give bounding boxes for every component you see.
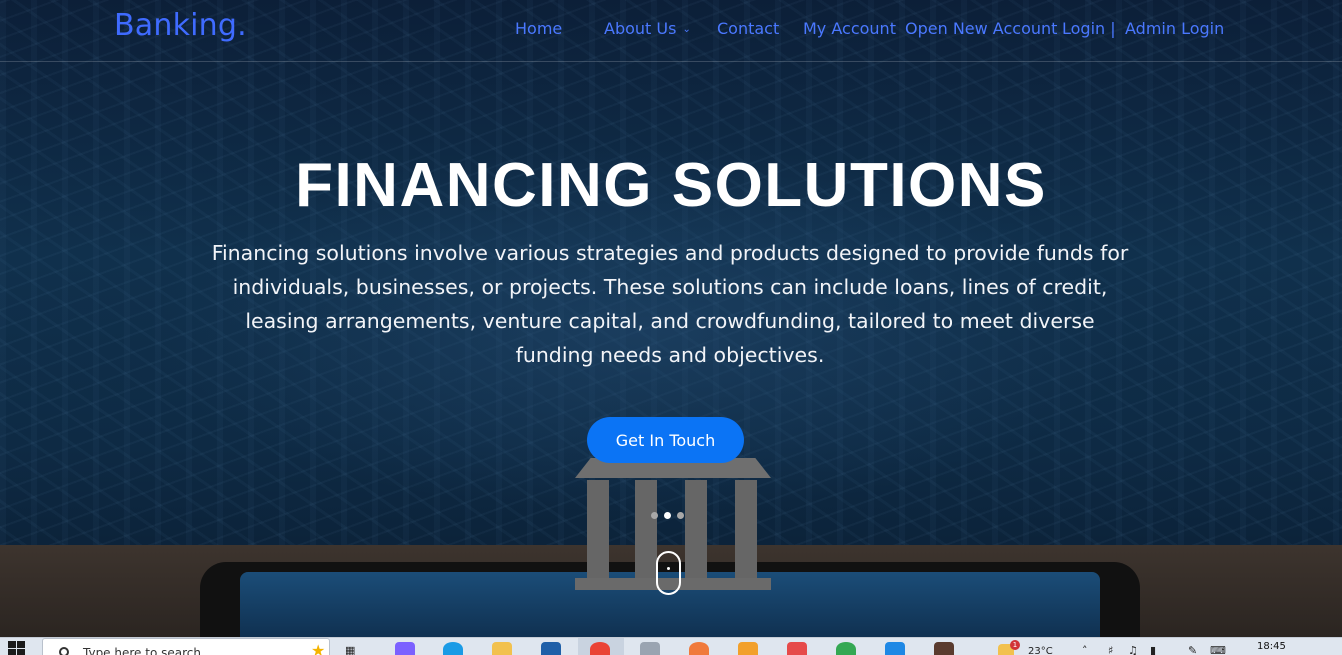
battery-icon[interactable]: ▮ — [1150, 644, 1156, 655]
paint-icon[interactable] — [787, 642, 807, 655]
windows-start-icon[interactable] — [8, 641, 26, 655]
search-icon — [59, 647, 69, 655]
task-view-icon[interactable]: ▦ — [345, 644, 355, 655]
pencil-icon[interactable] — [738, 642, 758, 655]
volume-icon[interactable]: ♫ — [1128, 644, 1138, 655]
carousel-dot-1[interactable] — [651, 512, 658, 519]
carousel-dots — [651, 512, 684, 519]
hero-description: Financing solutions involve various stra… — [211, 241, 1129, 367]
edge-icon[interactable] — [443, 642, 463, 655]
top-navbar: Banking. Home About Us ⌄ Contact My Accou… — [0, 0, 1342, 62]
get-in-touch-button[interactable]: Get In Touch — [587, 417, 744, 463]
mail-icon[interactable] — [541, 642, 561, 655]
nav-contact[interactable]: Contact — [717, 19, 779, 38]
nav-login[interactable]: Login | — [1062, 19, 1116, 38]
bank-column — [587, 480, 609, 578]
chevron-up-icon[interactable]: ˄ — [1082, 644, 1088, 655]
hero-title: FINANCING SOLUTIONS — [295, 151, 1047, 220]
carousel-dot-3[interactable] — [677, 512, 684, 519]
vscode-icon[interactable] — [885, 642, 905, 655]
pen-icon[interactable]: ✎ — [1188, 644, 1197, 655]
brand-logo[interactable]: Banking. — [114, 8, 247, 43]
nav-open-new-account[interactable]: Open New Account — [905, 19, 1057, 38]
bank-column — [685, 480, 707, 578]
app-icon-2[interactable] — [934, 642, 954, 655]
nav-my-account[interactable]: My Account — [803, 19, 896, 38]
notification-badge: 1 — [1010, 640, 1020, 650]
chrome-icon[interactable] — [590, 642, 610, 655]
chevron-down-icon: ⌄ — [682, 24, 691, 35]
taskbar-clock[interactable]: 18:45 — [1257, 641, 1286, 652]
bank-column — [635, 480, 657, 578]
nav-about-label: About Us — [604, 19, 677, 38]
taskbar-search-input[interactable]: Type here to search ★ — [42, 638, 330, 655]
chrome-profile-icon[interactable] — [836, 642, 856, 655]
nav-home[interactable]: Home — [515, 19, 562, 38]
hero-section: FINANCING SOLUTIONS Financing solutions … — [0, 0, 1342, 637]
scroll-down-icon[interactable] — [656, 551, 681, 595]
notepad-icon[interactable] — [640, 642, 660, 655]
search-highlight-icon: ★ — [311, 641, 326, 655]
keyboard-icon[interactable]: ⌨ — [1210, 644, 1226, 655]
windows-taskbar: Type here to search ★ ▦ 1 23°C ˄ ♯ ♫ ▮ ✎… — [0, 637, 1342, 655]
carousel-dot-2[interactable] — [664, 512, 671, 519]
nav-about-us[interactable]: About Us ⌄ — [604, 19, 691, 38]
bank-column — [735, 480, 757, 578]
search-placeholder: Type here to search — [83, 646, 201, 655]
temperature-label: 23°C — [1028, 646, 1053, 655]
network-icon[interactable]: ♯ — [1108, 644, 1113, 655]
nav-admin-login[interactable]: Admin Login — [1125, 19, 1224, 38]
file-explorer-icon[interactable] — [492, 642, 512, 655]
app-icon[interactable] — [689, 642, 709, 655]
copilot-icon[interactable] — [395, 642, 415, 655]
